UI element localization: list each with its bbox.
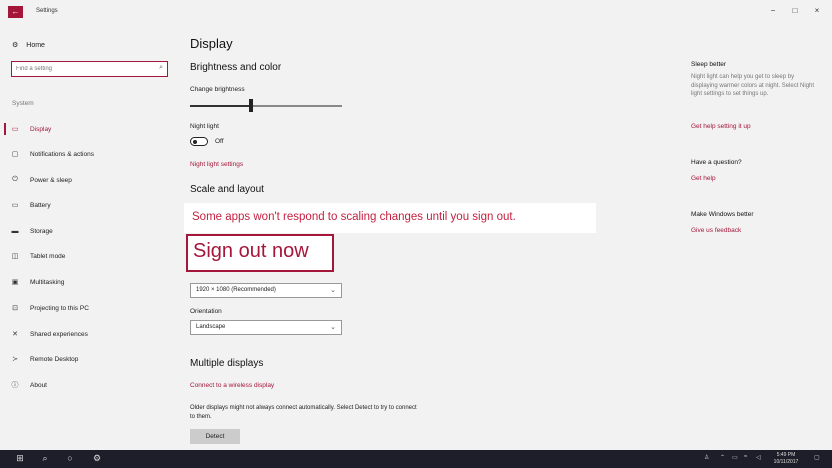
sleep-better-title: Sleep better xyxy=(691,61,727,68)
sidebar-item-notifications[interactable]: ▢ Notifications & actions xyxy=(0,145,176,163)
windows-start-icon[interactable]: ⊞ xyxy=(12,453,28,464)
sidebar-item-about[interactable]: ⓘ About xyxy=(0,376,176,394)
night-light-state: Off xyxy=(215,138,224,145)
sidebar-item-multitasking[interactable]: ▣ Multitasking xyxy=(0,273,176,291)
monitor-icon: ▭ xyxy=(11,126,19,133)
clock-date: 10/11/2017 xyxy=(773,459,799,465)
section-label: System xyxy=(12,100,34,107)
get-help-link[interactable]: Get help xyxy=(691,175,716,182)
sidebar-item-label: Remote Desktop xyxy=(30,355,79,363)
volume-icon[interactable]: ◁ xyxy=(756,454,761,461)
power-icon: ⏻ xyxy=(12,176,18,183)
tablet-icon: ◫ xyxy=(11,253,19,260)
sidebar-item-label: Power & sleep xyxy=(30,176,72,184)
brightness-label: Change brightness xyxy=(190,86,245,93)
home-label: Home xyxy=(26,41,45,49)
older-displays-text: Older displays might not always connect … xyxy=(190,405,417,420)
title-bar: ← Settings − □ × xyxy=(0,0,832,24)
sign-out-callout[interactable]: Sign out now xyxy=(186,234,334,272)
night-light-toggle[interactable] xyxy=(190,137,208,146)
back-button[interactable]: ← xyxy=(8,6,23,18)
minimize-button[interactable]: − xyxy=(766,6,780,15)
orientation-label: Orientation xyxy=(190,308,222,315)
page-title: Display xyxy=(190,36,233,51)
brightness-heading: Brightness and color xyxy=(190,62,282,73)
people-icon[interactable]: ♙ xyxy=(704,454,709,461)
sidebar-item-projecting[interactable]: ⊡ Projecting to this PC xyxy=(0,299,176,317)
multiple-displays-heading: Multiple displays xyxy=(190,358,264,369)
sidebar-item-label: Notifications & actions xyxy=(30,150,94,158)
orientation-value: Landscape xyxy=(196,324,226,330)
clock-time: 5:49 PM xyxy=(776,452,796,458)
search-icon[interactable]: ⌕ xyxy=(159,64,163,72)
make-windows-better-title: Make Windows better xyxy=(691,211,754,218)
projector-icon: ⊡ xyxy=(12,305,18,312)
sidebar-item-label: Projecting to this PC xyxy=(30,304,89,312)
sidebar-item-storage[interactable]: ▬ Storage xyxy=(0,222,176,240)
sidebar-item-label: Multitasking xyxy=(30,278,65,286)
resolution-dropdown[interactable]: 1920 × 1080 (Recommended) ⌄ xyxy=(190,283,342,298)
scaling-message: Some apps won't respond to scaling chang… xyxy=(192,211,516,223)
settings-gear-icon[interactable]: ⚙ xyxy=(89,453,105,464)
storage-icon: ▬ xyxy=(11,227,19,235)
chevron-up-icon[interactable]: ⌃ xyxy=(720,454,725,461)
search-input[interactable] xyxy=(12,62,142,75)
sidebar-item-tablet[interactable]: ◫ Tablet mode xyxy=(0,247,176,265)
sidebar-home[interactable]: ⚙ Home xyxy=(12,41,45,50)
sidebar-item-label: About xyxy=(30,381,47,389)
resolution-value: 1920 × 1080 (Recommended) xyxy=(196,287,276,293)
maximize-button[interactable]: □ xyxy=(788,6,802,15)
sidebar-item-power[interactable]: ⏻ Power & sleep xyxy=(0,171,176,189)
sidebar: ⚙ Home ⌕ System ▭ Display ▢ Notification… xyxy=(0,24,176,450)
gear-icon: ⚙ xyxy=(12,42,19,49)
sleep-better-body: Night light can help you get to sleep by… xyxy=(691,74,815,97)
wireless-display-link[interactable]: Connect to a wireless display xyxy=(190,382,274,389)
question-title: Have a question? xyxy=(691,159,742,166)
task-view-icon[interactable]: ○ xyxy=(62,453,78,463)
orientation-dropdown[interactable]: Landscape ⌄ xyxy=(190,320,342,335)
sign-out-now-link[interactable]: Sign out now xyxy=(193,240,309,263)
sidebar-item-label: Shared experiences xyxy=(30,330,88,338)
feedback-link[interactable]: Give us feedback xyxy=(691,227,741,234)
search-icon[interactable]: ⌕ xyxy=(37,453,53,464)
battery-tray-icon[interactable]: ▭ xyxy=(732,454,738,461)
scale-heading: Scale and layout xyxy=(190,184,264,195)
clock[interactable]: 5:49 PM 10/11/2017 xyxy=(768,452,804,466)
toggle-knob xyxy=(193,139,197,144)
brightness-slider-thumb[interactable] xyxy=(248,99,253,112)
search-box[interactable]: ⌕ xyxy=(11,61,168,77)
battery-icon: ▭ xyxy=(11,202,19,209)
sidebar-item-display[interactable]: ▭ Display xyxy=(0,120,176,138)
sidebar-item-battery[interactable]: ▭ Battery xyxy=(0,196,176,214)
info-icon: ⓘ xyxy=(11,382,19,389)
detect-button[interactable]: Detect xyxy=(190,429,240,444)
notification-icon: ▢ xyxy=(11,151,19,158)
scaling-callout: Some apps won't respond to scaling chang… xyxy=(184,203,596,233)
taskbar: ⊞ ⌕ ○ ⚙ ♙ ⌃ ▭ ≈ ◁ 5:49 PM 10/11/2017 ▢ xyxy=(0,450,832,468)
network-icon[interactable]: ≈ xyxy=(744,454,747,460)
close-button[interactable]: × xyxy=(810,6,824,15)
shared-icon: ✕ xyxy=(12,331,18,338)
sidebar-item-label: Tablet mode xyxy=(30,252,66,260)
chevron-down-icon: ⌄ xyxy=(330,324,336,331)
sidebar-item-remote-desktop[interactable]: ≻ Remote Desktop xyxy=(0,350,176,368)
night-light-label: Night light xyxy=(190,123,219,130)
brightness-slider[interactable] xyxy=(190,105,342,107)
chevron-down-icon: ⌄ xyxy=(330,287,336,294)
night-light-settings-link[interactable]: Night light settings xyxy=(190,161,243,168)
sidebar-item-label: Storage xyxy=(30,227,53,235)
action-center-icon[interactable]: ▢ xyxy=(814,454,820,461)
sidebar-item-shared[interactable]: ✕ Shared experiences xyxy=(0,325,176,343)
brightness-slider-fill xyxy=(190,105,251,107)
sidebar-item-label: Display xyxy=(30,125,52,133)
window-title: Settings xyxy=(36,8,58,14)
arrow-left-icon: ← xyxy=(11,7,20,16)
remote-desktop-icon: ≻ xyxy=(12,356,18,363)
sidebar-item-label: Battery xyxy=(30,201,51,209)
sleep-help-link[interactable]: Get help setting it up xyxy=(691,123,751,130)
multitasking-icon: ▣ xyxy=(11,279,19,286)
